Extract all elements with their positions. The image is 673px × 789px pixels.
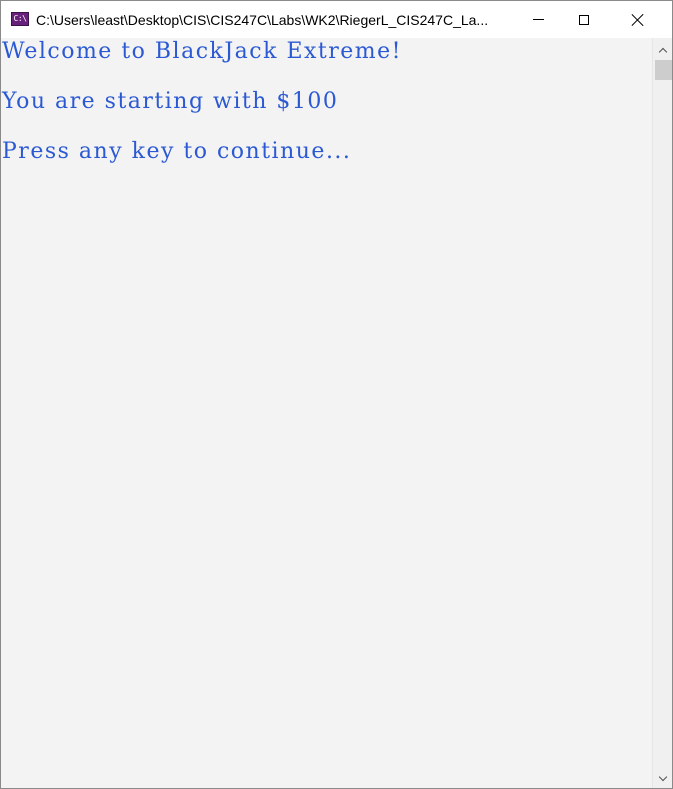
console-output[interactable]: Welcome to BlackJack Extreme! You are st… [1,38,652,788]
console-line: Welcome to BlackJack Extreme! [2,39,403,64]
window-title: C:\Users\least\Desktop\CIS\CIS247C\Labs\… [36,12,489,28]
chevron-up-icon [658,47,668,56]
minimize-button[interactable] [515,1,561,38]
console-app-icon: C:\ [11,12,29,26]
console-line: You are starting with $100 [2,89,339,114]
chevron-down-icon [658,772,668,781]
maximize-icon [579,14,589,25]
vertical-scrollbar[interactable] [652,38,672,788]
close-button[interactable] [615,1,661,38]
scroll-thumb[interactable] [655,60,672,80]
minimize-icon [532,19,544,20]
scroll-up-button[interactable] [653,40,672,60]
close-icon [631,13,645,27]
console-window: C:\ C:\Users\least\Desktop\CIS\CIS247C\L… [0,0,673,789]
console-line: Press any key to continue... [2,139,352,164]
title-bar[interactable]: C:\ C:\Users\least\Desktop\CIS\CIS247C\L… [1,1,672,38]
maximize-button[interactable] [561,1,607,38]
scroll-down-button[interactable] [653,768,672,788]
